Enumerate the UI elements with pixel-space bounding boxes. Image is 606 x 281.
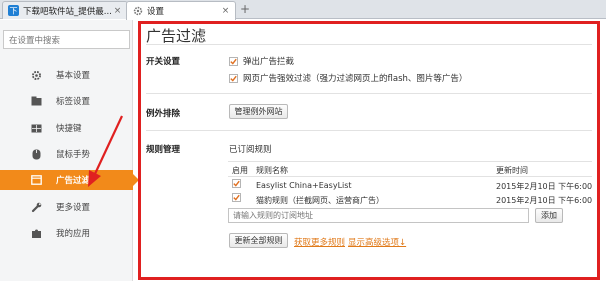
tab-title: 下载吧软件站_提供最... xyxy=(23,6,112,17)
tab-download-site[interactable]: 下 下载吧软件站_提供最... × xyxy=(2,1,128,19)
close-icon[interactable]: × xyxy=(113,6,122,16)
sidebar-item-tabs[interactable]: 标签设置 xyxy=(0,91,133,111)
sidebar-item-label: 我的应用 xyxy=(56,229,91,239)
sidebar-item-label: 快捷键 xyxy=(56,124,82,134)
annotation-arrow-icon xyxy=(88,115,123,187)
puzzle-icon xyxy=(30,227,42,239)
close-icon[interactable]: × xyxy=(221,6,230,16)
svg-text:下: 下 xyxy=(10,7,18,16)
search-input[interactable] xyxy=(3,30,130,49)
sidebar-item-label: 标签设置 xyxy=(56,97,91,107)
tab-settings[interactable]: 设置 × xyxy=(126,1,236,20)
annotation-highlight-frame xyxy=(138,21,600,280)
filter-icon xyxy=(30,174,42,186)
new-tab-button[interactable]: + xyxy=(238,2,252,17)
site-logo-icon: 下 xyxy=(8,5,19,16)
keyboard-icon xyxy=(30,122,42,134)
sidebar-item-more[interactable]: 更多设置 xyxy=(0,197,133,217)
mouse-icon xyxy=(30,148,42,160)
wrench-icon xyxy=(30,201,42,213)
tab-icon xyxy=(30,95,42,107)
tab-title: 设置 xyxy=(147,7,165,17)
sidebar-item-apps[interactable]: 我的应用 xyxy=(0,223,133,243)
gear-icon xyxy=(30,69,42,81)
sidebar-item-label: 基本设置 xyxy=(56,71,91,81)
sidebar-item-label: 更多设置 xyxy=(56,203,91,213)
sidebar-item-basic[interactable]: 基本设置 xyxy=(0,65,133,85)
gear-icon xyxy=(132,6,143,17)
